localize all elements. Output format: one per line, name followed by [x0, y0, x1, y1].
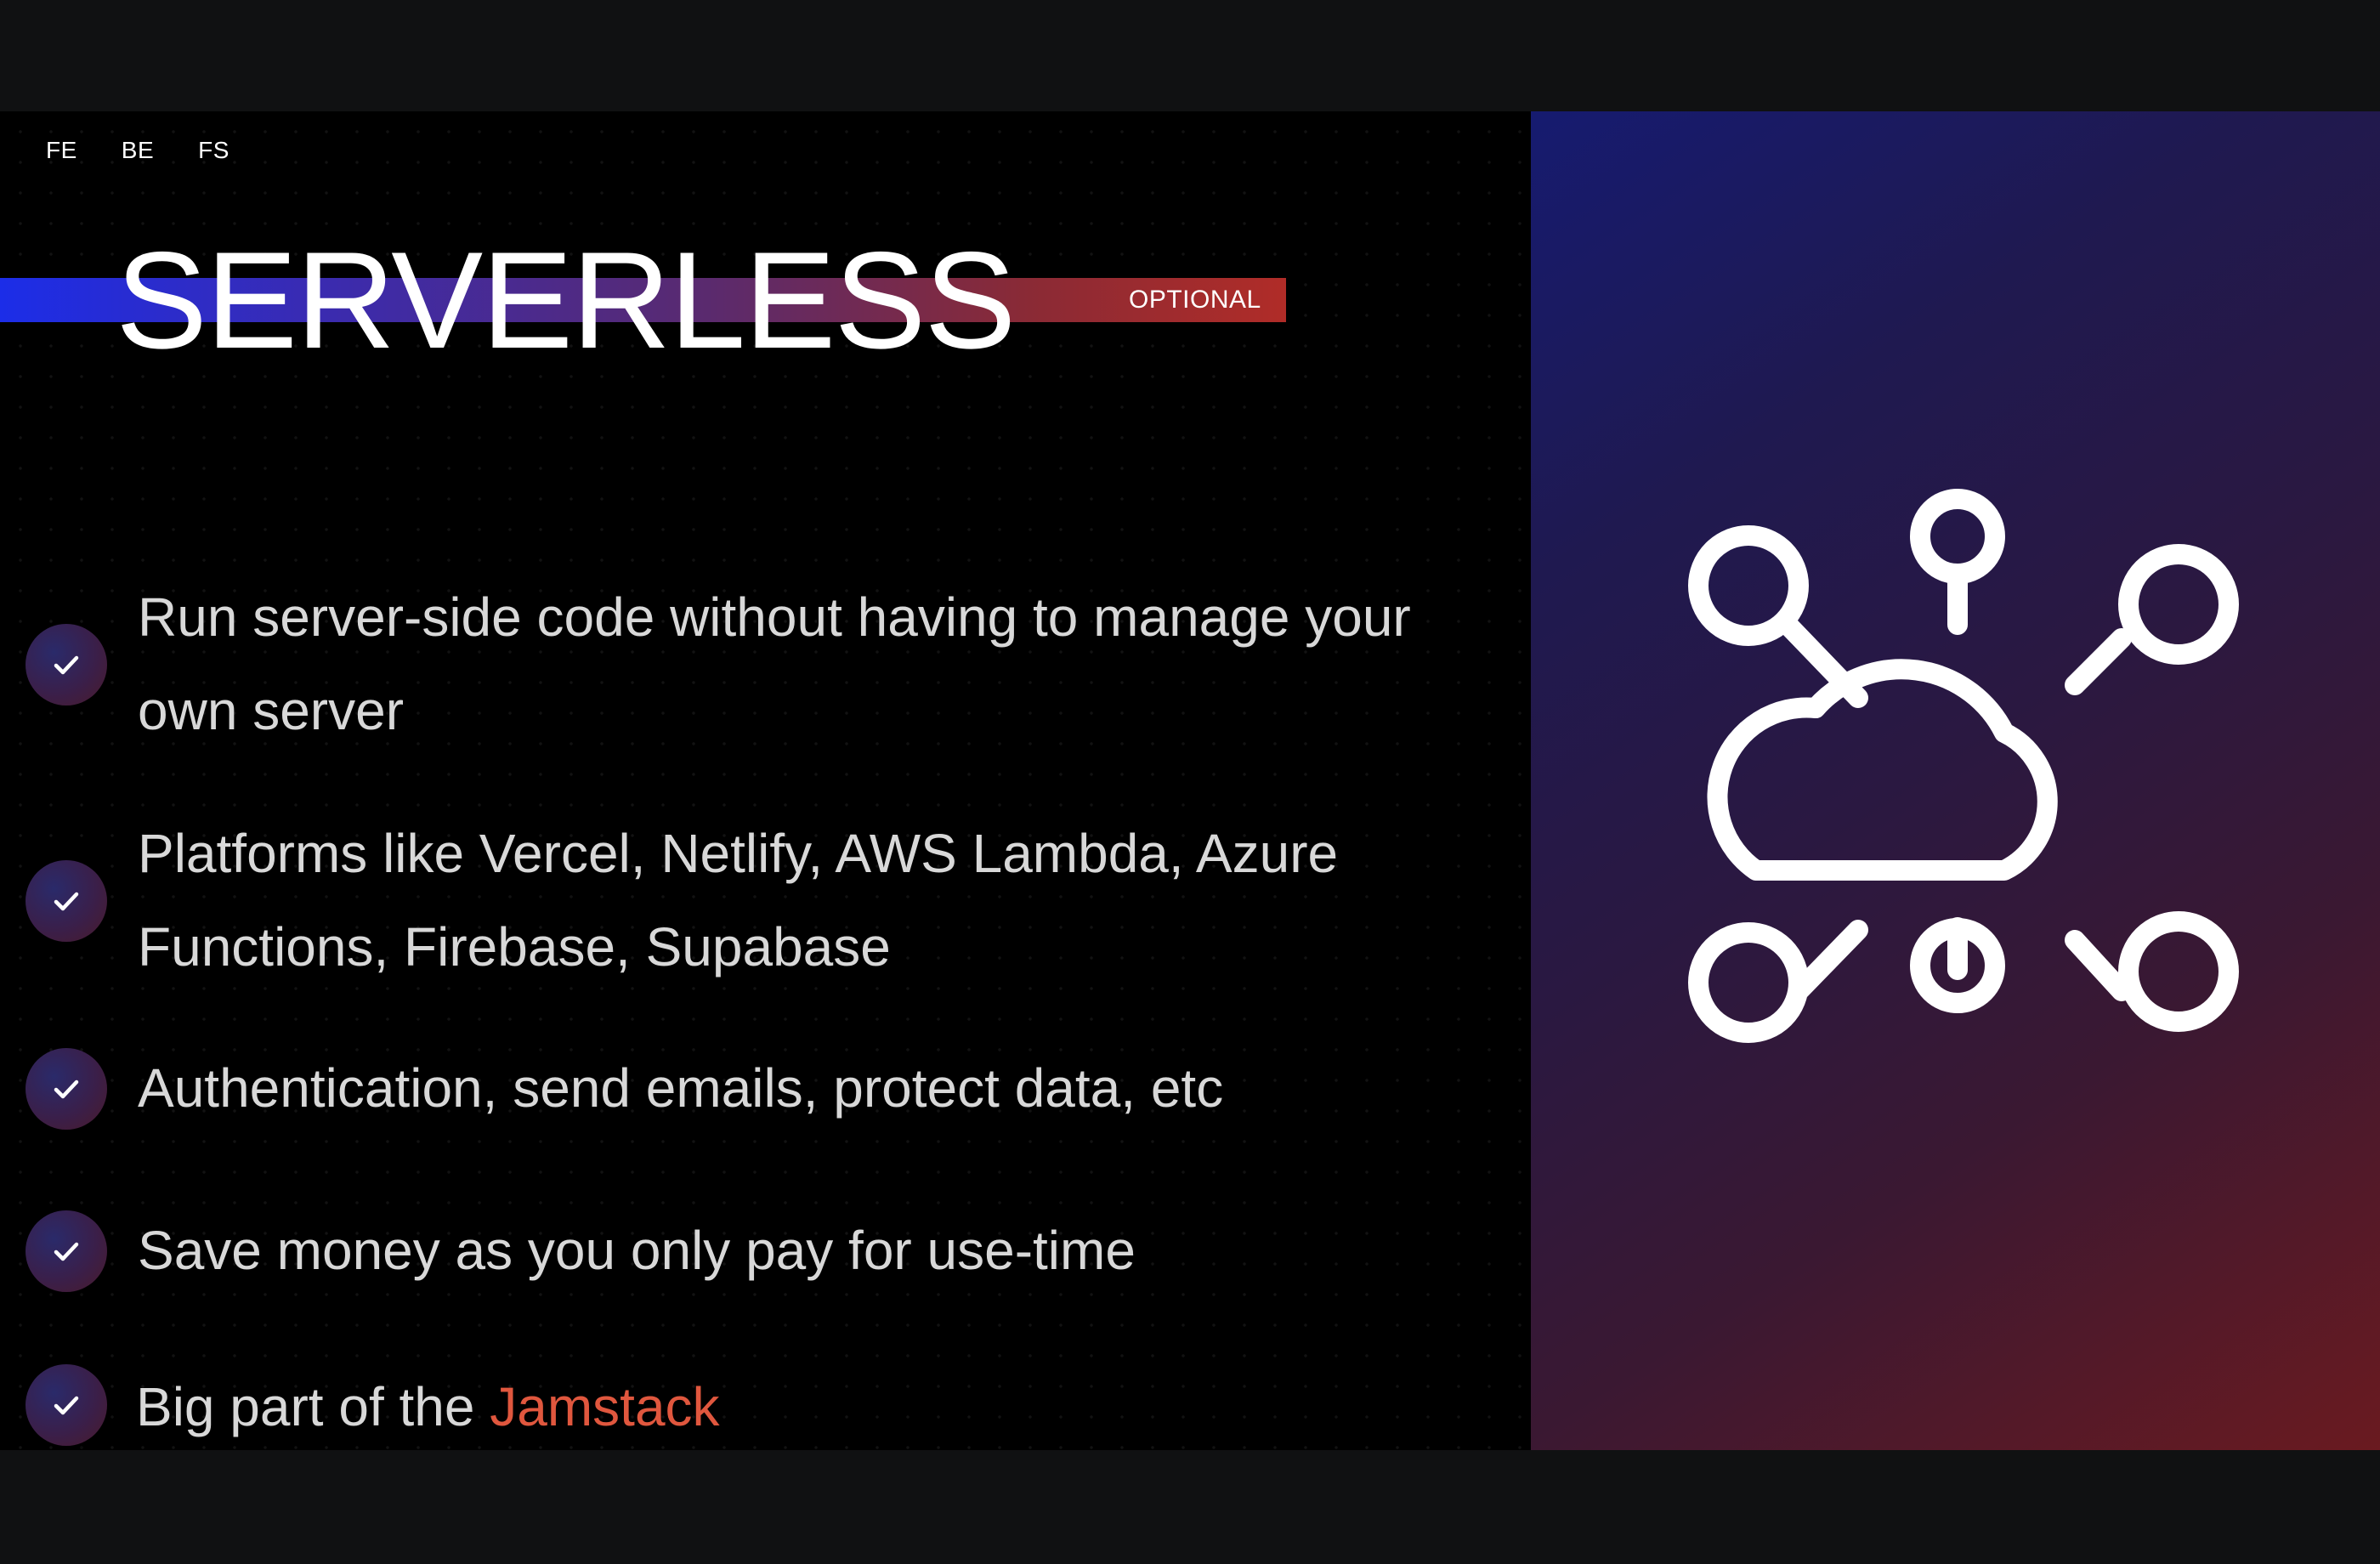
- check-icon: [26, 860, 107, 942]
- check-icon: [26, 1048, 107, 1130]
- slide: FE BE FS SERVERLESS OPTIONAL Run server-…: [0, 111, 2380, 1450]
- content-panel: FE BE FS SERVERLESS OPTIONAL Run server-…: [0, 111, 1531, 1450]
- slide-title: SERVERLESS: [116, 224, 1017, 377]
- bullet-text: Save money as you only pay for use-time: [138, 1220, 1136, 1281]
- bullet-text: Authentication, send emails, protect dat…: [138, 1057, 1224, 1119]
- tag-fs: FS: [186, 133, 241, 167]
- jamstack-highlight: Jamstack: [490, 1376, 720, 1437]
- bullet-text: Big part of the Jamstack: [136, 1360, 1496, 1450]
- check-icon: [26, 1364, 107, 1446]
- bullet-text: Run server-side code without having to m…: [138, 586, 1411, 741]
- bullet-text-lead: Big part of the: [136, 1376, 490, 1437]
- cloud-network-icon: [1688, 489, 2239, 1043]
- tag-be: BE: [109, 133, 167, 167]
- optional-badge: OPTIONAL: [1129, 286, 1261, 314]
- bullet-text: Platforms like Vercel, Netlify, AWS Lamb…: [138, 823, 1339, 978]
- tag-fe: FE: [34, 133, 89, 167]
- track-tags: FE BE FS: [34, 133, 241, 167]
- screen-frame: FE BE FS SERVERLESS OPTIONAL Run server-…: [0, 0, 2380, 1564]
- check-icon: [26, 624, 107, 706]
- check-icon: [26, 1210, 107, 1292]
- illustration-panel: [1531, 111, 2380, 1450]
